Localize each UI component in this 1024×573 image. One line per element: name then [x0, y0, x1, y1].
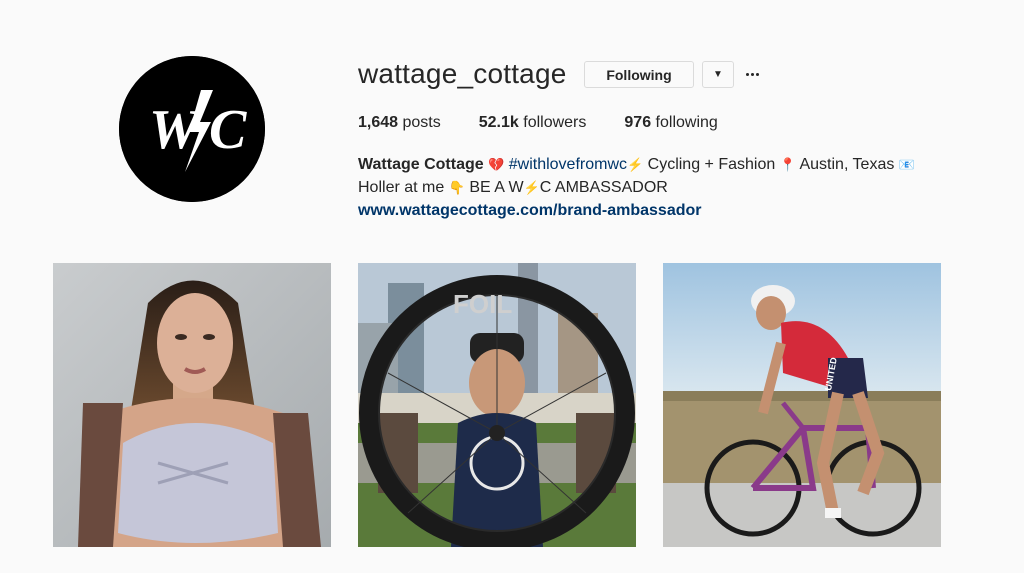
following-stat[interactable]: 976 following [624, 114, 717, 132]
lightning-icon-2: ⚡ [523, 180, 540, 195]
post-thumbnail-2[interactable]: FOIL [358, 263, 636, 547]
posts-stat: 1,648 posts [358, 114, 441, 131]
email-icon: 📧 [898, 157, 915, 172]
profile-username: wattage_cottage [358, 58, 567, 89]
profile-full-name: Wattage Cottage [358, 156, 484, 173]
bio-line-1: Wattage Cottage 💔 #withlovefromwc⚡ Cycli… [358, 153, 958, 176]
wc-logo: W C [119, 56, 265, 202]
caret-down-icon: ▼ [713, 69, 723, 80]
cyclist-photo: UNITED [663, 263, 941, 547]
profile-avatar[interactable]: W C [119, 56, 265, 202]
bio-holler: Holler at me [358, 179, 445, 196]
more-options-button[interactable] [742, 62, 762, 86]
ellipsis-icon [745, 72, 749, 76]
bio-location: Austin, Texas [799, 156, 895, 173]
follow-options-button[interactable]: ▼ [702, 61, 734, 88]
point-down-icon: 👇 [448, 180, 465, 195]
wheel-brand-text: FOIL [453, 289, 512, 319]
location-pin-icon: 📍 [779, 157, 796, 172]
post-thumbnail-3[interactable]: UNITED [663, 263, 941, 547]
broken-heart-icon: 💔 [488, 157, 505, 172]
post-thumbnail-1[interactable] [53, 263, 331, 547]
svg-text:C: C [209, 99, 247, 161]
lightning-icon: ⚡ [627, 157, 644, 172]
bio-text: Cycling + Fashion [647, 156, 776, 173]
following-button[interactable]: Following [584, 61, 694, 88]
profile-stats: 1,648 posts 52.1k followers 976 followin… [358, 114, 756, 132]
wheel-photo: FOIL [358, 263, 636, 547]
profile-bio: Wattage Cottage 💔 #withlovefromwc⚡ Cycli… [358, 153, 958, 222]
bio-line-2: Holler at me 👇 BE A W⚡C AMBASSADOR [358, 176, 958, 199]
bio-hashtag-link[interactable]: #withlovefromwc [509, 156, 627, 173]
followers-stat[interactable]: 52.1k followers [479, 114, 587, 132]
bio-website-link[interactable]: www.wattagecottage.com/brand-ambassador [358, 202, 701, 219]
portrait-photo [53, 263, 331, 547]
bio-ambassador-b: C AMBASSADOR [539, 179, 668, 196]
bio-ambassador-a: BE A W [469, 179, 524, 196]
